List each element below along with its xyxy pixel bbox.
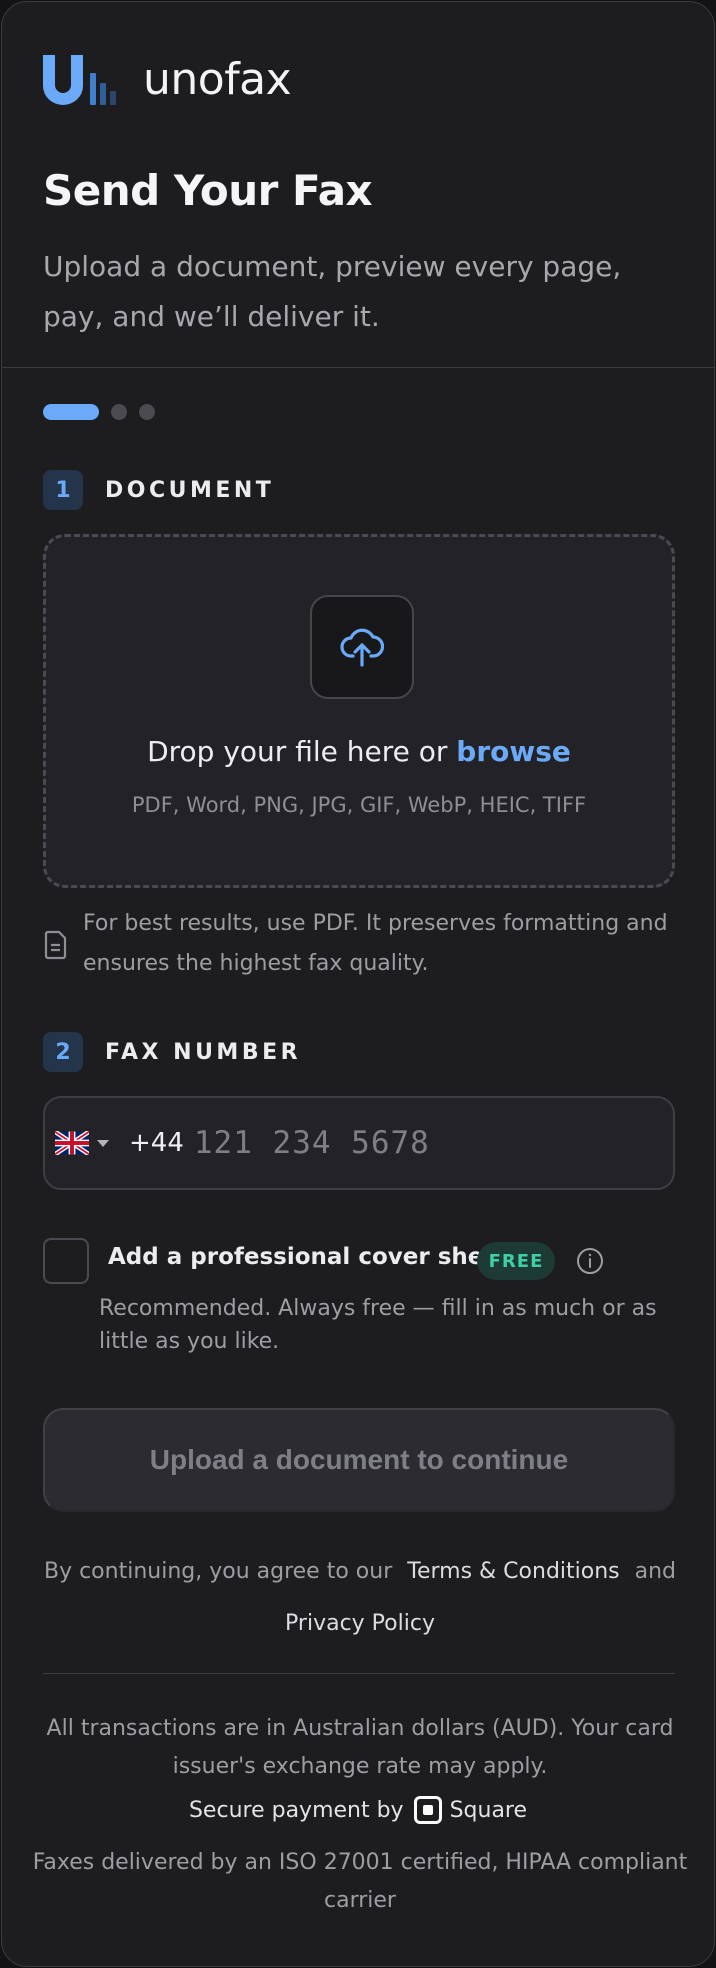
chevron-down-icon <box>97 1139 109 1147</box>
page-title: Send Your Fax <box>43 166 373 215</box>
drop-instructions: Drop your file here or browse <box>46 735 672 768</box>
legal-prefix: By continuing, you agree to our <box>43 1559 393 1584</box>
document-icon <box>44 930 67 960</box>
fax-number-field: +44 <box>43 1096 675 1190</box>
privacy-link[interactable]: Privacy Policy <box>285 1611 435 1636</box>
footer-divider <box>43 1673 675 1674</box>
legal-notice: By continuing, you agree to our Terms & … <box>32 1546 688 1650</box>
step-number-badge: 1 <box>43 470 83 510</box>
file-dropzone[interactable]: Drop your file here or browse PDF, Word,… <box>43 534 675 888</box>
progress-dot-active <box>43 404 99 420</box>
drop-text: Drop your file here or <box>147 735 448 768</box>
carrier-note: Faxes delivered by an ISO 27001 certifie… <box>32 1850 688 1913</box>
country-select[interactable] <box>55 1131 109 1155</box>
free-badge: FREE <box>477 1242 555 1280</box>
cover-sheet-label[interactable]: Add a professional cover sheet <box>108 1244 510 1270</box>
cover-sheet-note: Recommended. Always free — fill in as mu… <box>99 1296 657 1354</box>
progress-dot <box>111 404 127 420</box>
supported-formats: PDF, Word, PNG, JPG, GIF, WebP, HEIC, TI… <box>131 793 587 817</box>
legal-and: and <box>634 1559 677 1584</box>
step-number-badge: 2 <box>43 1032 83 1072</box>
tip-text: For best results, use PDF. It preserves … <box>83 911 668 976</box>
page-subtitle: Upload a document, preview every page, p… <box>43 250 622 333</box>
step-label: DOCUMENT <box>105 477 275 503</box>
step-label: FAX NUMBER <box>105 1039 302 1065</box>
uk-flag-icon <box>55 1131 89 1155</box>
square-logo-icon <box>413 1796 442 1824</box>
continue-button[interactable]: Upload a document to continue <box>43 1408 675 1512</box>
step-heading-fax-number: 2 FAX NUMBER <box>43 1032 301 1072</box>
brand-name: unofax <box>143 54 292 105</box>
secure-prefix: Secure payment by <box>188 1797 404 1823</box>
logo: unofax <box>43 54 292 105</box>
payment-provider: Square <box>449 1797 528 1823</box>
unofax-logo-icon <box>43 54 117 105</box>
currency-note: All transactions are in Australian dolla… <box>46 1716 674 1779</box>
dial-code: +44 <box>129 1128 184 1158</box>
info-icon[interactable] <box>575 1246 605 1276</box>
upload-button[interactable] <box>310 595 414 699</box>
progress-dot <box>139 404 155 420</box>
header: unofax Send Your Fax Upload a document, … <box>2 2 714 368</box>
step-progress <box>43 404 155 420</box>
pdf-tip: For best results, use PDF. It preserves … <box>43 904 683 984</box>
secure-payment: Secure payment by Square <box>2 1796 714 1824</box>
terms-link[interactable]: Terms & Conditions <box>407 1559 619 1584</box>
cloud-upload-icon <box>340 628 385 667</box>
cover-sheet-checkbox[interactable] <box>43 1238 89 1284</box>
fax-number-input[interactable] <box>193 1125 673 1161</box>
fax-card: unofax Send Your Fax Upload a document, … <box>1 1 715 1967</box>
browse-link[interactable]: browse <box>456 735 571 768</box>
step-heading-document: 1 DOCUMENT <box>43 470 274 510</box>
